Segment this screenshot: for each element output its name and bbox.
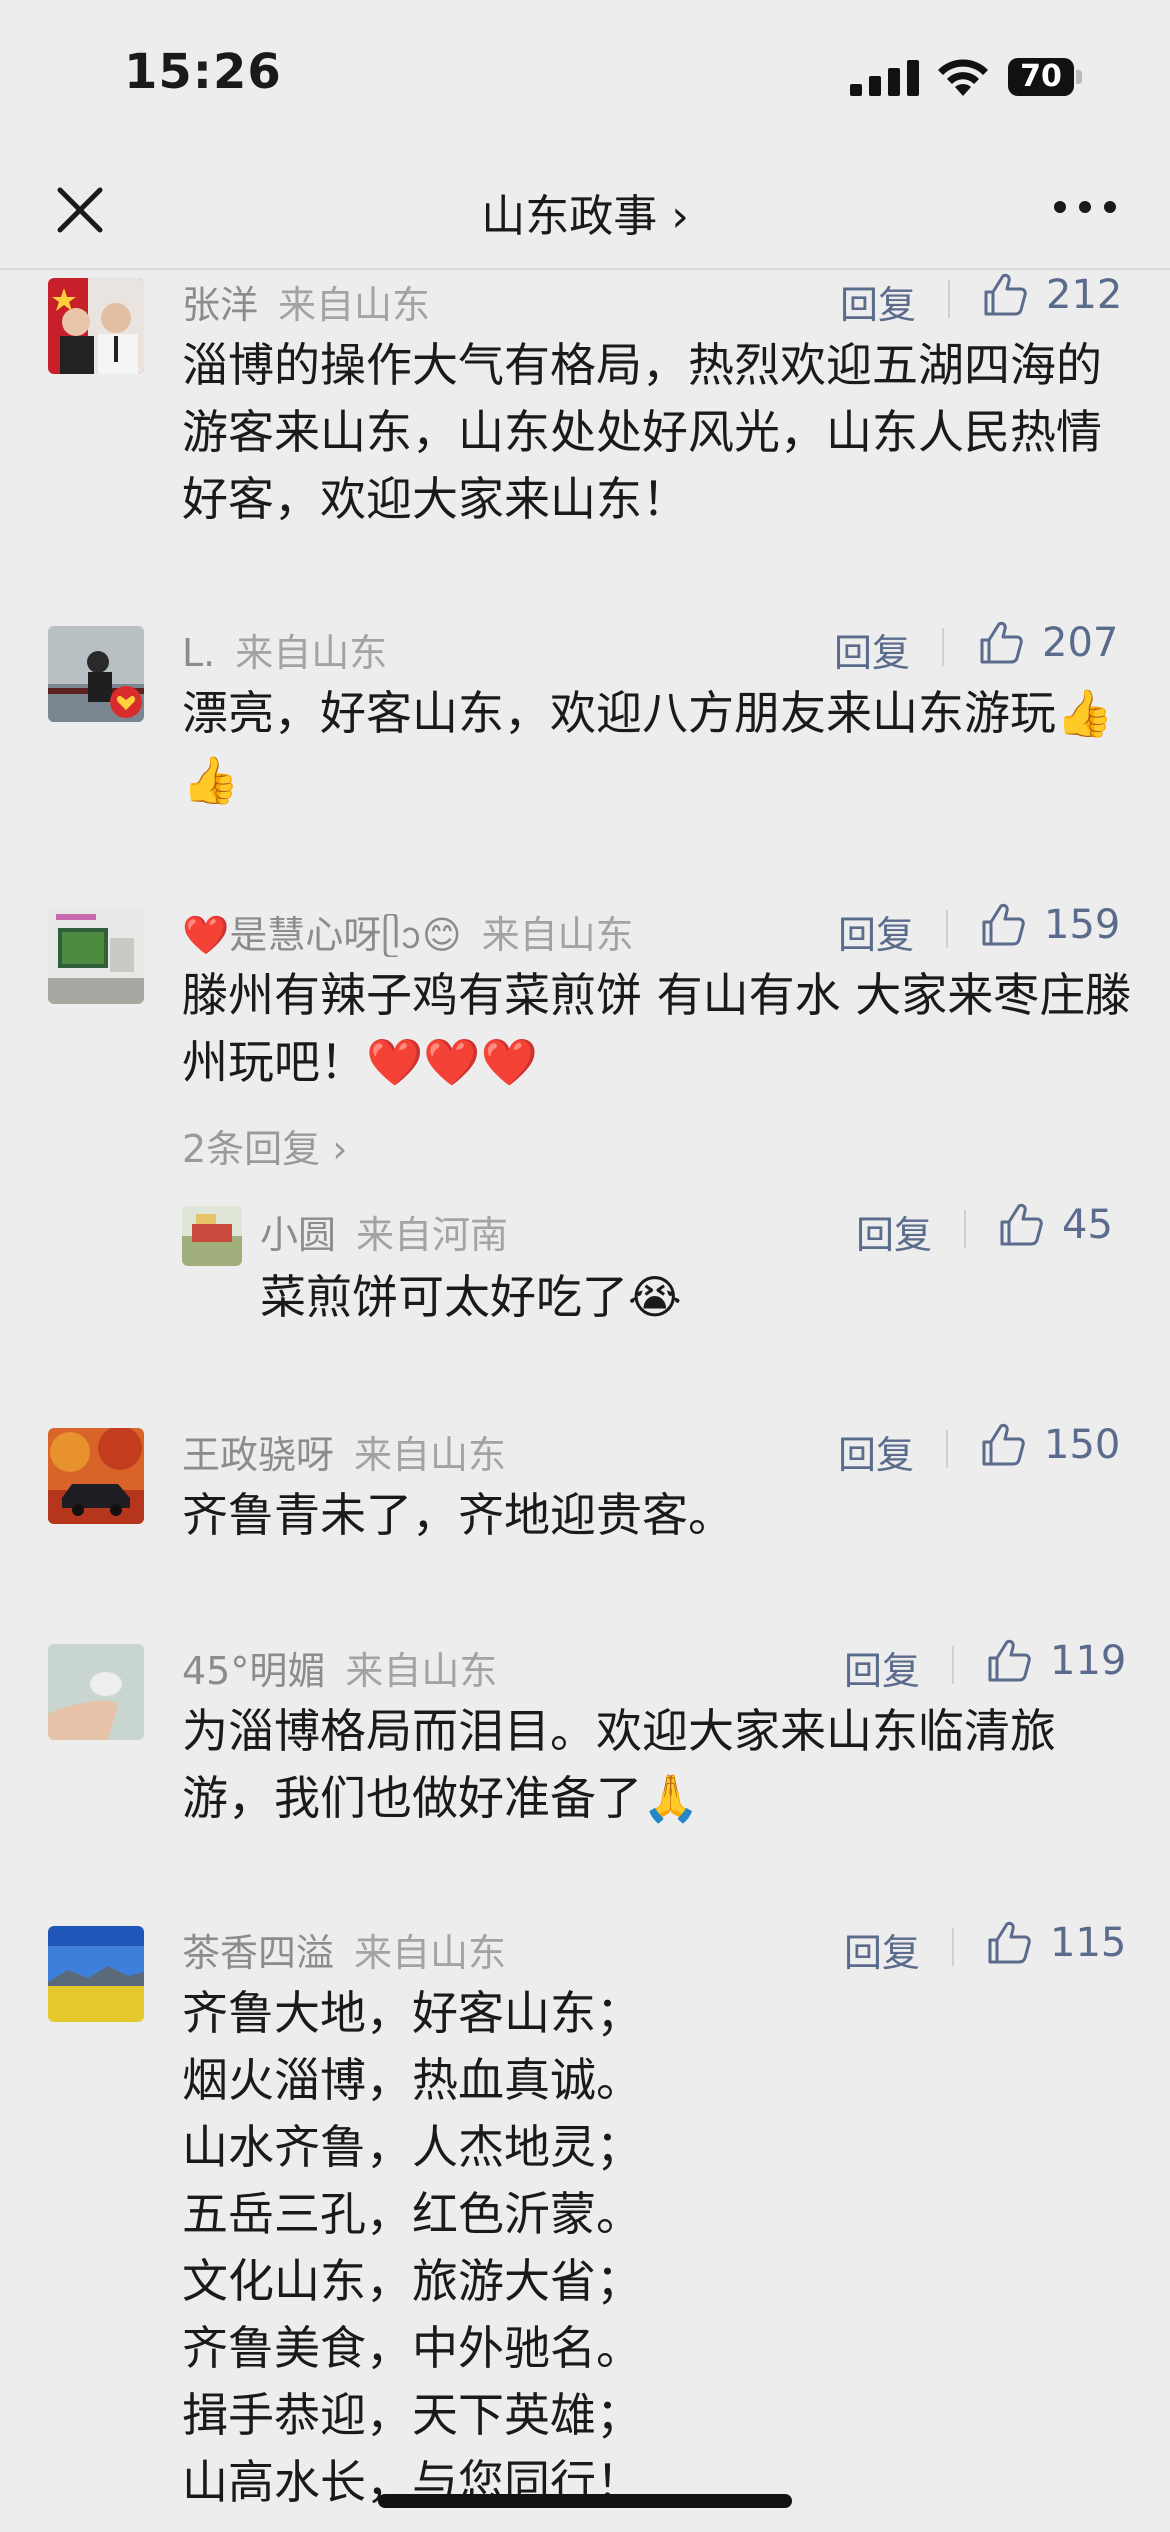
commenter-region: 来自河南 [356,1213,509,1257]
commenter-name[interactable]: 小圆 [260,1213,336,1257]
avatar[interactable] [48,1428,144,1524]
commenter-name[interactable]: L. [182,631,215,675]
divider [952,1928,954,1966]
like-count: 159 [1044,902,1121,948]
reply-button[interactable]: 回复 [838,1424,914,1479]
like-count: 212 [1046,272,1123,318]
avatar[interactable] [48,278,144,374]
commenter-region: 来自山东 [481,913,634,957]
commenter-name[interactable]: 张洋 [182,283,258,327]
like-count: 207 [1042,620,1119,666]
thumbs-up-icon[interactable] [976,618,1026,668]
page-title[interactable]: 山东政事 › [0,180,1170,244]
reply-button[interactable]: 回复 [834,622,910,677]
divider [946,910,948,948]
comment-text: 为淄博格局而泪目。欢迎大家来山东临清旅游，我们也做好准备了🙏 [182,1704,1056,1825]
home-indicator[interactable] [378,2494,792,2508]
divider [942,628,944,666]
poem-line: 揖手恭迎，天下英雄； [182,2388,642,2442]
comment-text: 齐鲁青未了，齐地迎贵客。 [182,1488,734,1542]
thumbs-up-icon[interactable] [996,1200,1046,1250]
avatar[interactable] [182,1206,242,1266]
like-count: 45 [1062,1202,1113,1248]
comment-text: 齐鲁大地，好客山东； 烟火淄博，热血真诚。 山水齐鲁，人杰地灵； 五岳三孔，红色… [182,1980,1132,2516]
like-count: 150 [1044,1422,1121,1468]
comment-text: 淄博的操作大气有格局，热烈欢迎五湖四海的游客来山东，山东处处好风光，山东人民热情… [182,338,1102,526]
like-count: 115 [1050,1920,1127,1966]
nav-bar: 山东政事 › [0,150,1170,270]
comment-text: 菜煎饼可太好吃了😭 [260,1270,682,1324]
comment-item: 茶香四溢 来自山东 回复 115 齐鲁大地，好客山东； 烟火淄博，热血真诚。 山水… [0,1918,1170,2532]
reply-button[interactable]: 回复 [838,904,914,959]
commenter-region: 来自山东 [354,1931,507,1975]
avatar[interactable] [48,1644,144,1740]
wifi-icon [938,59,988,96]
comment-item: 45°明媚 来自山东 回复 119 为淄博格局而泪目。欢迎大家来山东临清旅游，我们… [0,1636,1170,1856]
divider [946,1430,948,1468]
commenter-region: 来自山东 [345,1649,498,1693]
thumbs-up-icon[interactable] [978,900,1028,950]
comment-item: L. 来自山东 回复 207 漂亮，好客山东，欢迎八方朋友来山东游玩👍👍 [0,618,1170,838]
reply-button[interactable]: 回复 [844,1922,920,1977]
thumbs-up-icon[interactable] [984,1918,1034,1968]
poem-line: 齐鲁大地，好客山东； [182,1986,642,2040]
comment-item: 王政骁呀 来自山东 回复 150 齐鲁青未了，齐地迎贵客。 [0,1420,1170,1560]
divider [952,1646,954,1684]
thumbs-up-icon[interactable] [978,1420,1028,1470]
commenter-region: 来自山东 [354,1433,507,1477]
poem-line: 山水齐鲁，人杰地灵； [182,2120,642,2174]
poem-line: 五岳三孔，红色沂蒙。 [182,2187,642,2241]
thumbs-up-icon[interactable] [984,1636,1034,1686]
poem-line: 齐鲁美食，中外驰名。 [182,2321,642,2375]
battery-level: 70 [1008,58,1074,96]
commenter-region: 来自山东 [235,631,388,675]
more-icon[interactable] [1052,192,1118,222]
status-bar: 15:26 70 [0,0,1170,150]
avatar[interactable] [48,908,144,1004]
divider [948,280,950,318]
poem-line: 文化山东，旅游大省； [182,2254,642,2308]
commenter-name[interactable]: 王政骁呀 [182,1433,334,1477]
like-count: 119 [1050,1638,1127,1684]
reply-button[interactable]: 回复 [840,274,916,329]
poem-line: 烟火淄博，热血真诚。 [182,2053,642,2107]
divider [964,1210,966,1248]
view-replies-link[interactable]: 2条回复 › [182,1118,347,1173]
cellular-signal-icon [850,60,919,96]
status-time: 15:26 [124,44,282,100]
reply-button[interactable]: 回复 [856,1204,932,1259]
commenter-name[interactable]: 45°明媚 [182,1649,325,1693]
comment-item: ❤️是慧心呀ᥫᩣ😊 来自山东 回复 159 滕州有辣子鸡有菜煎饼 有山有水 大家来… [0,900,1170,1340]
commenter-name[interactable]: ❤️是慧心呀ᥫᩣ😊 [182,913,462,957]
comment-item: 张洋 来自山东 回复 212 淄博的操作大气有格局，热烈欢迎五湖四海的游客来山东，… [0,270,1170,600]
avatar[interactable] [48,1926,144,2022]
reply-button[interactable]: 回复 [844,1640,920,1695]
commenter-region: 来自山东 [278,283,431,327]
comment-text: 漂亮，好客山东，欢迎八方朋友来山东游玩👍👍 [182,686,1114,807]
commenter-name[interactable]: 茶香四溢 [182,1931,334,1975]
comment-text: 滕州有辣子鸡有菜煎饼 有山有水 大家来枣庄滕州玩吧！❤️❤️❤️ [182,968,1132,1089]
battery-icon: 70 [1008,58,1082,96]
thumbs-up-icon[interactable] [980,270,1030,320]
avatar[interactable] [48,626,144,722]
